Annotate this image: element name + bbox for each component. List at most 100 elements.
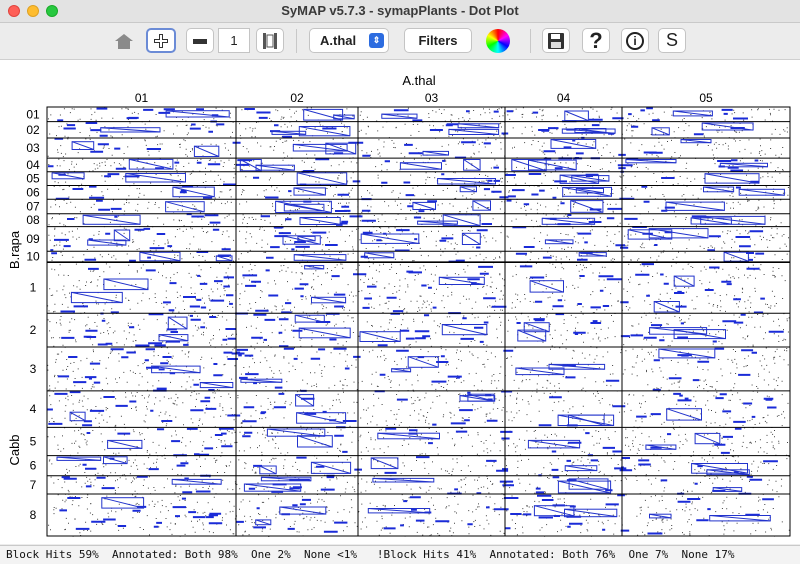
y-chromosome-label: 04 bbox=[26, 158, 40, 172]
synteny-block-diagonal bbox=[172, 186, 215, 198]
home-button[interactable] bbox=[110, 28, 138, 53]
synteny-block-diagonal bbox=[437, 178, 496, 185]
x-chromosome-label: 04 bbox=[557, 91, 571, 105]
synteny-block-diagonal bbox=[255, 519, 271, 526]
y-chromosome-label: 8 bbox=[30, 508, 37, 522]
synteny-block-diagonal bbox=[71, 291, 123, 304]
synteny-block-diagonal bbox=[534, 505, 574, 517]
toolbar-separator bbox=[296, 29, 297, 53]
info-icon: i bbox=[626, 31, 644, 50]
y-species-label-bottom: Cabb bbox=[7, 434, 22, 465]
synteny-block-diagonal bbox=[359, 331, 401, 342]
filters-button[interactable]: Filters bbox=[404, 28, 472, 53]
synteny-block-diagonal bbox=[412, 201, 436, 210]
status-bar: Block Hits 59% Annotated: Both 98% One 2… bbox=[0, 545, 800, 564]
synteny-block-diagonal bbox=[665, 201, 725, 211]
toolbar: 1 A.thal ⇕ Filters ? i S bbox=[0, 23, 800, 60]
reference-select-value: A.thal bbox=[320, 33, 357, 48]
y-chromosome-label: 4 bbox=[30, 402, 37, 416]
synteny-block-diagonal bbox=[528, 159, 577, 171]
y-chromosome-label: 05 bbox=[26, 172, 40, 186]
info-button[interactable]: i bbox=[621, 28, 649, 53]
synteny-block-diagonal bbox=[299, 217, 341, 225]
synteny-block-diagonal bbox=[129, 158, 174, 170]
synteny-block-diagonal bbox=[311, 461, 351, 474]
synteny-block-diagonal bbox=[103, 456, 128, 464]
synteny-block-diagonal bbox=[529, 280, 564, 293]
synteny-block-diagonal bbox=[448, 128, 499, 135]
synteny-block-diagonal bbox=[442, 324, 487, 336]
synteny-block-diagonal bbox=[158, 334, 189, 342]
synteny-block-diagonal bbox=[166, 110, 230, 118]
y-chromosome-label: 10 bbox=[26, 250, 40, 264]
synteny-block-diagonal bbox=[294, 254, 346, 261]
y-chromosome-label: 01 bbox=[26, 107, 40, 121]
synteny-block-diagonal bbox=[311, 296, 346, 304]
synteny-block-diagonal bbox=[570, 200, 604, 213]
synteny-block-diagonal bbox=[558, 414, 614, 426]
synteny-block-diagonal bbox=[107, 439, 143, 449]
title-bar: SyMAP v5.7.3 - symapPlants - Dot Plot bbox=[0, 0, 800, 23]
synteny-block-diagonal bbox=[71, 141, 94, 150]
synteny-block-diagonal bbox=[458, 123, 499, 129]
zoom-in-button[interactable] bbox=[146, 28, 176, 53]
save-button[interactable] bbox=[542, 28, 570, 53]
minus-icon bbox=[193, 38, 207, 44]
synteny-block-diagonal bbox=[703, 186, 734, 193]
synteny-block-diagonal bbox=[709, 515, 771, 522]
y-chromosome-label: 2 bbox=[30, 323, 37, 337]
synteny-block-diagonal bbox=[361, 233, 419, 244]
synteny-block-diagonal bbox=[83, 214, 141, 225]
synteny-block-diagonal bbox=[103, 278, 149, 291]
y-chromosome-label: 07 bbox=[26, 199, 40, 213]
synteny-block-diagonal bbox=[139, 251, 181, 262]
x-chromosome-label: 05 bbox=[699, 91, 713, 105]
zoom-level-field[interactable]: 1 bbox=[218, 28, 250, 53]
synteny-block-diagonal bbox=[666, 408, 702, 421]
x-species-label: A.thal bbox=[402, 73, 435, 88]
synteny-block-diagonal bbox=[297, 435, 333, 448]
synteny-block-diagonal bbox=[673, 110, 713, 117]
synteny-block-diagonal bbox=[472, 200, 491, 211]
synteny-block-diagonal bbox=[564, 110, 589, 122]
y-chromosome-label: 7 bbox=[30, 478, 37, 492]
synteny-block-diagonal bbox=[295, 394, 314, 407]
y-chromosome-label: 1 bbox=[30, 281, 37, 295]
synteny-block-diagonal bbox=[165, 201, 205, 213]
synteny-block-diagonal bbox=[463, 159, 481, 171]
synteny-block-diagonal bbox=[100, 127, 161, 133]
y-chromosome-label: 09 bbox=[26, 232, 40, 246]
synteny-block-diagonal bbox=[194, 145, 219, 157]
synteny-block-diagonal bbox=[400, 162, 442, 170]
home-icon bbox=[115, 33, 133, 49]
synteny-block-diagonal bbox=[267, 428, 325, 437]
scale-button[interactable] bbox=[256, 28, 284, 53]
plus-icon bbox=[154, 33, 168, 48]
synteny-block-diagonal bbox=[200, 382, 233, 389]
synteny-block-diagonal bbox=[69, 411, 86, 422]
y-chromosome-label: 9 bbox=[30, 60, 37, 63]
floppy-disk-icon bbox=[548, 32, 564, 49]
stats-button[interactable]: S bbox=[658, 28, 686, 53]
dot-plot-area[interactable]: A.thal B.rapa Cabb 01 02 03 04 05 01 02 03 04 05… bbox=[0, 49, 800, 544]
synteny-block-diagonal bbox=[172, 478, 222, 485]
synteny-block-diagonal bbox=[673, 275, 695, 287]
synteny-block-diagonal bbox=[368, 508, 430, 514]
synteny-block-diagonal bbox=[691, 217, 732, 225]
toolbar-separator bbox=[530, 29, 531, 53]
x-chromosome-label: 02 bbox=[290, 91, 304, 105]
reference-select[interactable]: A.thal ⇕ bbox=[309, 28, 389, 53]
synteny-block-diagonal bbox=[649, 327, 707, 335]
dot-plot-canvas[interactable]: A.thal B.rapa Cabb 01 02 03 04 05 0102030405… bbox=[0, 49, 800, 544]
help-button[interactable]: ? bbox=[582, 28, 610, 53]
synteny-block-diagonal bbox=[462, 232, 481, 245]
synteny-block-diagonal bbox=[645, 444, 676, 450]
y-chromosome-label: 6 bbox=[30, 459, 37, 473]
synteny-block-diagonal bbox=[720, 162, 768, 168]
y-species-label-top: B.rapa bbox=[7, 230, 22, 269]
synteny-block-diagonal bbox=[168, 316, 188, 330]
color-wheel-button[interactable] bbox=[484, 28, 512, 53]
zoom-out-button[interactable] bbox=[186, 28, 214, 53]
x-chromosome-label: 03 bbox=[425, 91, 439, 105]
synteny-block-diagonal bbox=[299, 327, 351, 339]
